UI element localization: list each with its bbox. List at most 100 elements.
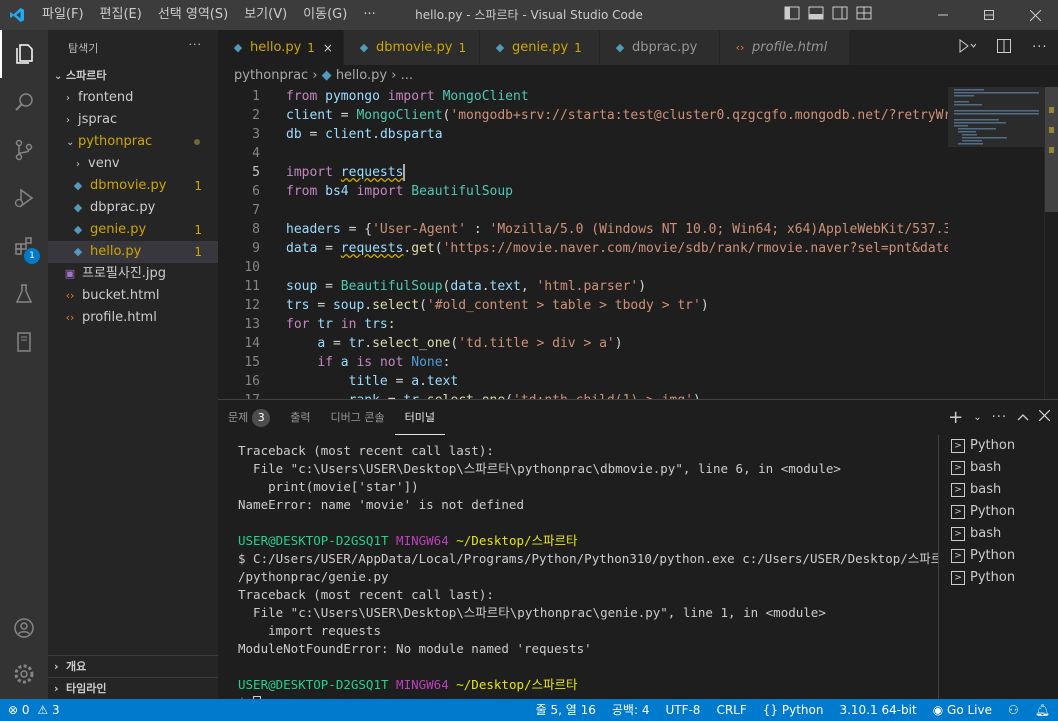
code-line[interactable]: 6 from bs4 import BeautifulSoup: [218, 182, 948, 201]
code-line[interactable]: 13 for tr in trs:: [218, 315, 948, 334]
tab-debug-console[interactable]: 디버그 콘솔: [321, 400, 395, 435]
search-icon[interactable]: [0, 78, 48, 126]
maximize-panel-icon[interactable]: [1017, 410, 1029, 425]
run-debug-icon[interactable]: [0, 174, 48, 222]
menu-view[interactable]: 보기(V): [236, 0, 295, 30]
tab-dbmovie-py[interactable]: ◆ dbmovie.py 1: [343, 30, 480, 65]
tree-file-profile-image[interactable]: ▣ 프로필사진.jpg: [48, 263, 218, 285]
explorer-icon[interactable]: [0, 30, 48, 78]
workspace-root[interactable]: ⌄ 스파르타: [48, 65, 218, 87]
code-line[interactable]: 7: [218, 201, 948, 220]
more-actions-icon[interactable]: ···: [992, 410, 1007, 425]
breadcrumb-folder[interactable]: pythonprac: [234, 68, 308, 83]
settings-gear-icon[interactable]: [0, 650, 48, 698]
code-line[interactable]: 5 import requests: [218, 163, 948, 182]
outline-section[interactable]: › 개요: [48, 655, 218, 677]
terminal-instance[interactable]: > Python: [939, 435, 1058, 457]
tree-file-profile[interactable]: ‹› profile.html: [48, 307, 218, 329]
explorer-more-icon[interactable]: ···: [189, 38, 203, 51]
tree-file-hello[interactable]: ◆ hello.py 1: [48, 241, 218, 263]
tree-file-genie[interactable]: ◆ genie.py 1: [48, 219, 218, 241]
tab-profile-html[interactable]: ‹› profile.html: [719, 30, 850, 65]
toggle-secondary-sidebar-icon[interactable]: [832, 6, 848, 24]
tab-dbprac-py[interactable]: ◆ dbprac.py: [599, 30, 720, 65]
code-line[interactable]: 10: [218, 258, 948, 277]
code-line[interactable]: 1 from pymongo import MongoClient: [218, 87, 948, 106]
menu-selection[interactable]: 선택 영역(S): [150, 0, 236, 30]
tree-folder-jsprac[interactable]: › jsprac: [48, 109, 218, 131]
tree-file-dbprac[interactable]: ◆ dbprac.py: [48, 197, 218, 219]
scrollbar-thumb[interactable]: [1045, 87, 1058, 212]
breadcrumb-file[interactable]: hello.py: [336, 68, 387, 83]
code-line[interactable]: 12 trs = soup.select('#old_content > tabl…: [218, 296, 948, 315]
terminal-instance[interactable]: > Python: [939, 501, 1058, 523]
tree-folder-frontend[interactable]: › frontend: [48, 87, 218, 109]
account-icon[interactable]: [0, 604, 48, 652]
html-file-icon: ‹›: [735, 41, 745, 54]
code-editor[interactable]: 1 from pymongo import MongoClient 2 client …: [218, 87, 948, 399]
tab-problems[interactable]: 문제 3: [218, 400, 280, 435]
close-window-button[interactable]: [1012, 0, 1058, 30]
maximize-window-button[interactable]: [966, 0, 1012, 30]
close-panel-icon[interactable]: [1038, 409, 1051, 425]
chevron-down-icon[interactable]: ⌄: [973, 412, 981, 423]
close-icon[interactable]: ×: [323, 41, 333, 55]
code-line[interactable]: 2 client = MongoClient('mongodb+srv://sta…: [218, 106, 948, 125]
tree-file-dbmovie[interactable]: ◆ dbmovie.py 1: [48, 175, 218, 197]
more-actions-icon[interactable]: ···: [1032, 40, 1047, 55]
code-line[interactable]: 9 data = requests.get('https://movie.nave…: [218, 239, 948, 258]
timeline-section[interactable]: › 타임라인: [48, 677, 218, 699]
code-line[interactable]: 17 rank = tr.select_one('td:nth-child(1)…: [218, 391, 948, 399]
terminal-instance[interactable]: > bash: [939, 457, 1058, 479]
tab-genie-py[interactable]: ◆ genie.py 1: [479, 30, 600, 65]
terminal-instance[interactable]: > bash: [939, 523, 1058, 545]
editor-scrollbar[interactable]: [1044, 87, 1058, 399]
tree-file-bucket[interactable]: ‹› bucket.html: [48, 285, 218, 307]
editor-actions: ···: [948, 30, 1058, 65]
breadcrumb-symbols[interactable]: ...: [401, 68, 413, 83]
tree-folder-pythonprac[interactable]: ⌄ pythonprac: [48, 131, 218, 153]
code-line[interactable]: 11 soup = BeautifulSoup(data.text, 'html.…: [218, 277, 948, 296]
terminal-instance[interactable]: > bash: [939, 479, 1058, 501]
terminal-output[interactable]: Traceback (most recent call last): File …: [238, 442, 938, 700]
split-editor-icon[interactable]: [997, 38, 1012, 57]
go-live-button[interactable]: ◉ Go Live: [925, 699, 1000, 721]
code-line[interactable]: 4: [218, 144, 948, 163]
tree-folder-venv[interactable]: › venv: [48, 153, 218, 175]
tab-output[interactable]: 출력: [280, 400, 320, 435]
end-of-line[interactable]: CRLF: [708, 699, 754, 721]
new-terminal-icon[interactable]: +: [948, 407, 963, 428]
indentation[interactable]: 공백: 4: [604, 699, 658, 721]
code-line[interactable]: 16 title = a.text: [218, 372, 948, 391]
encoding[interactable]: UTF-8: [657, 699, 708, 721]
tab-hello-py[interactable]: ◆ hello.py 1 ×: [218, 30, 344, 65]
remote-explorer-icon[interactable]: [0, 318, 48, 366]
code-line[interactable]: 14 a = tr.select_one('td.title > div > a…: [218, 334, 948, 353]
code-line[interactable]: 8 headers = {'User-Agent' : 'Mozilla/5.0 …: [218, 220, 948, 239]
tree-item-label: venv: [88, 156, 120, 171]
code-line[interactable]: 3 db = client.dbsparta: [218, 125, 948, 144]
testing-icon[interactable]: [0, 270, 48, 318]
cursor-position[interactable]: 줄 5, 열 16: [528, 699, 604, 721]
code-line[interactable]: 15 if a is not None:: [218, 353, 948, 372]
menu-go[interactable]: 이동(G): [295, 0, 355, 30]
terminal-instance[interactable]: > Python: [939, 567, 1058, 589]
problems-status[interactable]: ⊗ 0 ⚠ 3: [0, 699, 68, 721]
minimap[interactable]: [948, 87, 1044, 399]
tab-terminal[interactable]: 터미널: [394, 400, 445, 435]
extensions-icon[interactable]: 1: [0, 222, 48, 270]
toggle-panel-icon[interactable]: [808, 6, 824, 24]
terminal-instance[interactable]: > Python: [939, 545, 1058, 567]
run-python-file-icon[interactable]: [958, 38, 977, 57]
menu-edit[interactable]: 편집(E): [92, 0, 150, 30]
language-mode[interactable]: {} Python: [755, 699, 832, 721]
notifications-icon[interactable]: 🔔︎: [1027, 699, 1058, 721]
accounts-icon[interactable]: ⚇: [1000, 699, 1027, 721]
minimize-window-button[interactable]: [920, 0, 966, 30]
menu-file[interactable]: 파일(F): [34, 0, 92, 30]
toggle-sidebar-icon[interactable]: [784, 6, 800, 24]
customize-layout-icon[interactable]: [856, 6, 872, 24]
python-interpreter[interactable]: 3.10.1 64-bit: [831, 699, 924, 721]
menu-more[interactable]: ···: [355, 0, 383, 30]
source-control-icon[interactable]: [0, 126, 48, 174]
